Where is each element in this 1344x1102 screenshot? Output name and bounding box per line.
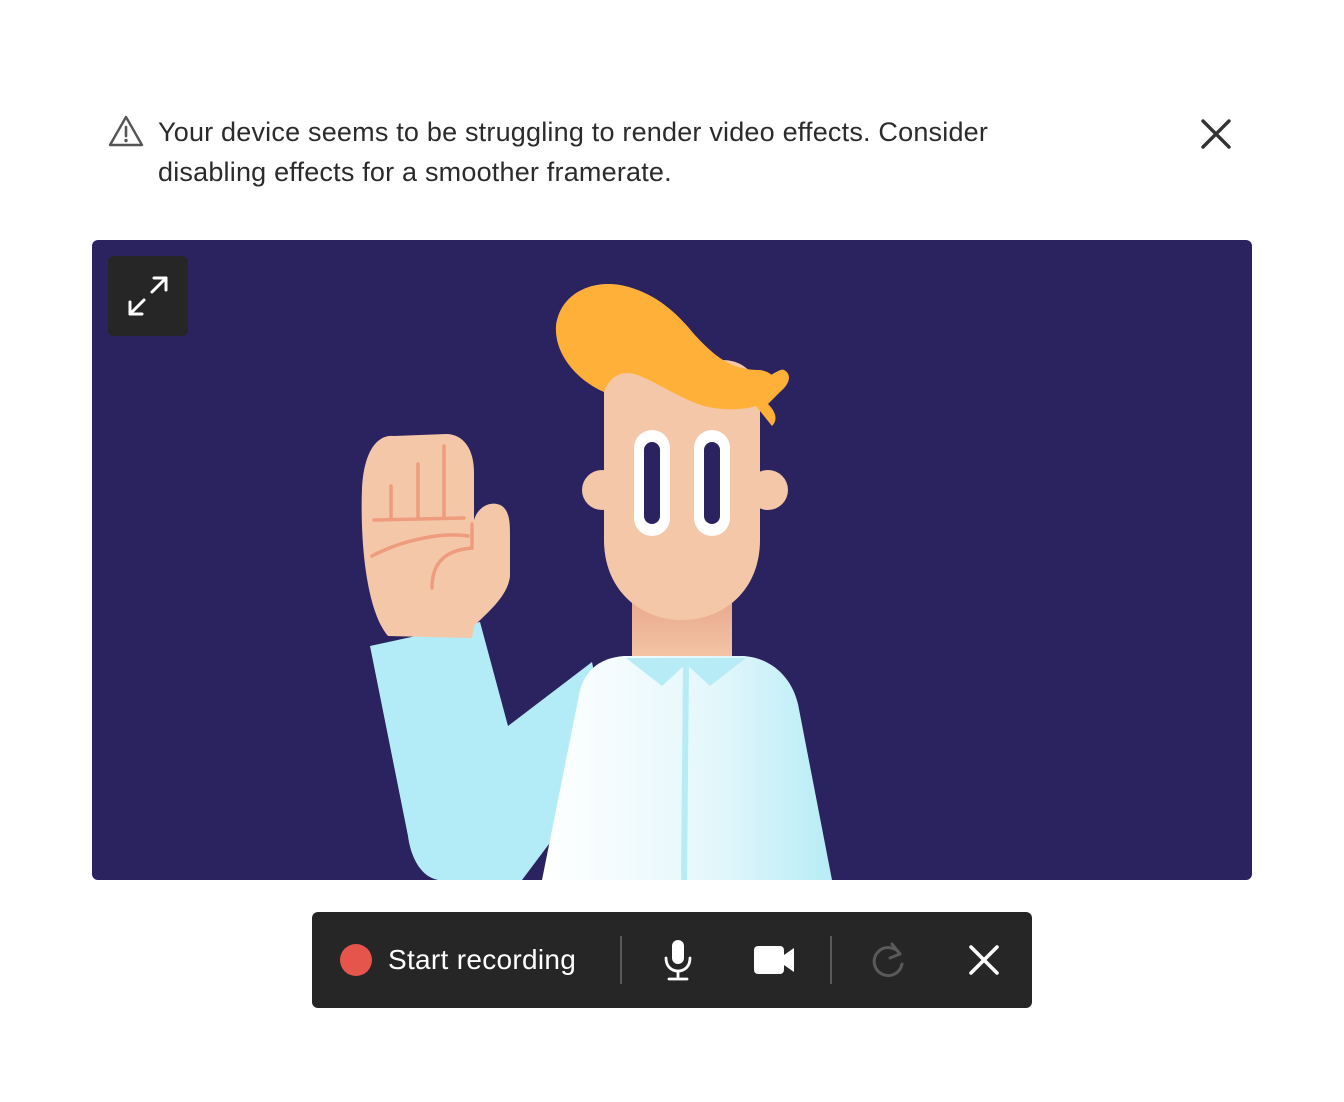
video-preview — [92, 240, 1252, 880]
retake-button[interactable] — [864, 936, 912, 984]
close-recorder-button[interactable] — [960, 936, 1008, 984]
start-recording-label: Start recording — [388, 944, 577, 975]
recording-toolbar: Start recording — [312, 912, 1032, 1008]
fullscreen-button[interactable] — [108, 256, 188, 336]
microphone-icon — [664, 940, 692, 981]
close-icon — [969, 945, 999, 975]
warning-triangle-icon — [108, 114, 144, 148]
dismiss-warning-button[interactable] — [1198, 116, 1234, 152]
record-dot-icon — [340, 944, 372, 976]
camera-button[interactable] — [750, 936, 798, 984]
person-waving-illustration — [361, 284, 832, 880]
expand-icon — [128, 276, 168, 316]
camera-icon — [754, 946, 794, 974]
toolbar-divider — [830, 936, 832, 984]
close-icon — [1201, 119, 1231, 149]
retake-icon — [872, 942, 904, 978]
start-recording-button[interactable]: Start recording — [340, 934, 610, 986]
microphone-button[interactable] — [654, 936, 702, 984]
toolbar-divider — [620, 936, 622, 984]
effects-warning-banner: Your device seems to be struggling to re… — [108, 112, 1248, 202]
warning-message: Your device seems to be struggling to re… — [158, 117, 989, 187]
